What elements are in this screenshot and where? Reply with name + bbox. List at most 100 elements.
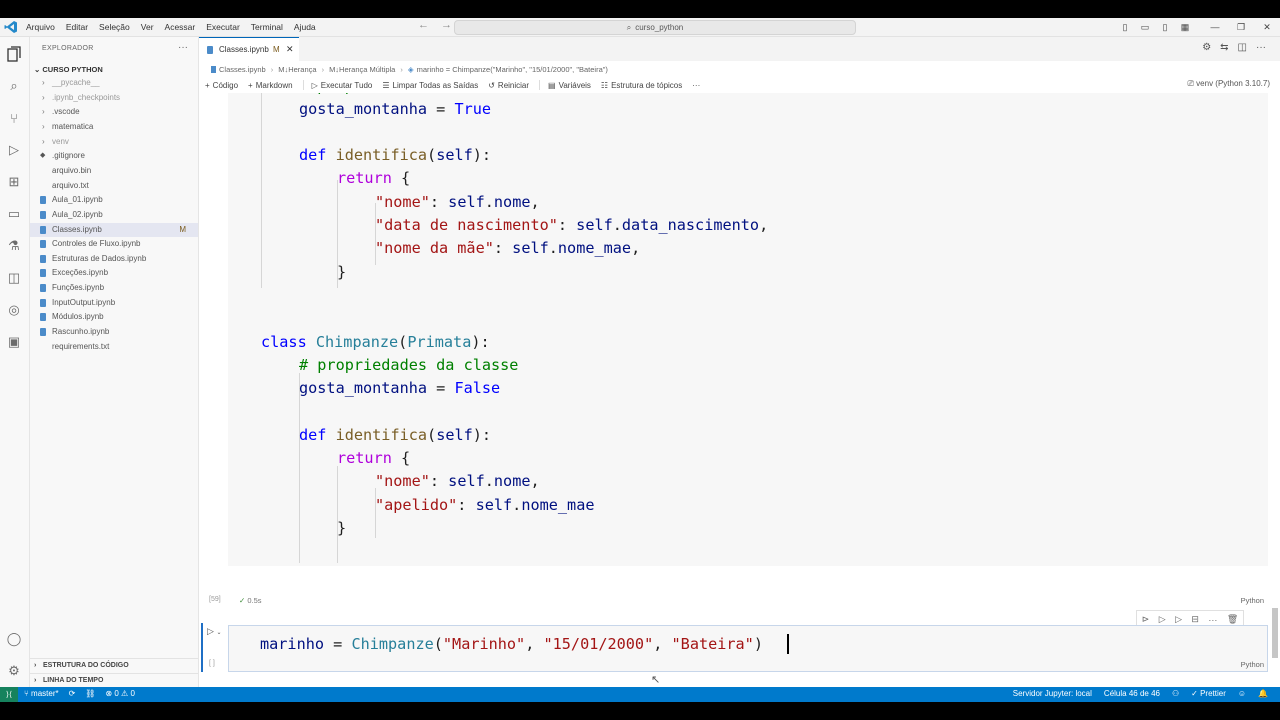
file-tree-item[interactable]: arquivo.txt: [30, 179, 198, 193]
git-graph-icon[interactable]: ◎: [5, 301, 23, 319]
split-editor-icon[interactable]: ◫: [1238, 42, 1247, 53]
minimize-icon[interactable]: —: [1208, 20, 1222, 34]
project-folder[interactable]: ⌄ CURSO PYTHON: [34, 65, 103, 74]
file-tree-item[interactable]: Classes.ipynb M: [30, 222, 198, 237]
notebook-settings-icon[interactable]: ⚙: [1202, 42, 1211, 53]
copilot-icon[interactable]: ⚇: [1172, 689, 1179, 698]
variables-button[interactable]: ▤ Variáveis: [548, 81, 591, 90]
close-tab-icon[interactable]: ✕: [286, 44, 294, 55]
ports-icon[interactable]: ⛓: [85, 689, 95, 698]
file-tree-item[interactable]: Aula_01.ipynb: [30, 193, 198, 207]
toggle-panel-icon[interactable]: ▭: [1138, 20, 1152, 34]
terminal-icon[interactable]: ▣: [5, 333, 23, 351]
code-cell[interactable]: # propriedades da classe gosta_montanha …: [228, 93, 1268, 566]
timeline-section[interactable]: › LINHA DO TEMPO: [30, 673, 198, 688]
outline-button[interactable]: ☷ Estrutura de tópicos: [601, 81, 682, 90]
editor-area: Classes.ipynb M ✕ ⚙ ⇆ ◫ ··· Classes.ipyn…: [199, 37, 1280, 687]
close-window-icon[interactable]: ✕: [1260, 20, 1274, 34]
tab-label: Classes.ipynb: [219, 45, 269, 54]
file-tree-item[interactable]: › venv: [30, 135, 198, 149]
more-actions-icon[interactable]: ···: [1208, 615, 1217, 625]
file-tree-item[interactable]: arquivo.bin: [30, 164, 198, 178]
menu-acessar[interactable]: Acessar: [165, 22, 196, 32]
search-sidebar-icon[interactable]: ⌕: [5, 77, 23, 95]
toggle-secondary-sidebar-icon[interactable]: ▯: [1158, 20, 1172, 34]
toolbar-more-button[interactable]: ···: [692, 81, 700, 90]
feedback-icon[interactable]: ☺: [1238, 689, 1246, 698]
file-tree-item[interactable]: › .vscode: [30, 105, 198, 119]
add-markdown-button[interactable]: + Markdown: [248, 81, 293, 90]
remote-explorer-icon[interactable]: ▭: [5, 205, 23, 223]
clear-outputs-button[interactable]: ☰ Limpar Todas as Saídas: [382, 81, 478, 90]
explorer-icon[interactable]: [5, 45, 23, 63]
run-debug-icon[interactable]: ▷: [5, 141, 23, 159]
prettier-status[interactable]: ✓ Prettier: [1191, 689, 1226, 698]
kernel-picker[interactable]: ⎚ venv (Python 3.10.7): [1188, 79, 1270, 89]
jupyter-icon[interactable]: ◫: [5, 269, 23, 287]
menu-arquivo[interactable]: Arquivo: [26, 22, 55, 32]
file-tree-item[interactable]: Rascunho.ipynb: [30, 325, 198, 339]
file-tree-item[interactable]: InputOutput.ipynb: [30, 296, 198, 310]
file-tree-item[interactable]: requirements.txt: [30, 340, 198, 354]
back-arrow-icon[interactable]: ←: [418, 19, 429, 31]
menu-ajuda[interactable]: Ajuda: [294, 22, 316, 32]
run-above-icon[interactable]: ⊳: [1142, 614, 1150, 625]
source-control-icon[interactable]: ⑂: [5, 109, 23, 127]
open-changes-icon[interactable]: ⇆: [1220, 42, 1228, 53]
settings-gear-icon[interactable]: ⚙: [5, 662, 23, 680]
breadcrumb-item[interactable]: M↓Herança Múltipla: [329, 65, 395, 74]
file-tree-item[interactable]: Aula_02.ipynb: [30, 208, 198, 222]
breadcrumb-item[interactable]: M↓Herança: [278, 65, 316, 74]
menu-selecao[interactable]: Seleção: [99, 22, 130, 32]
more-actions-icon[interactable]: ···: [1256, 42, 1266, 53]
menu-editar[interactable]: Editar: [66, 22, 88, 32]
outline-section[interactable]: › ESTRUTURA DO CÓDIGO: [30, 658, 198, 673]
testing-icon[interactable]: ⚗: [5, 237, 23, 255]
breadcrumb-item[interactable]: Classes.ipynb: [219, 65, 266, 74]
toggle-sidebar-icon[interactable]: ▯: [1118, 20, 1132, 34]
account-icon[interactable]: ◯: [5, 630, 23, 648]
file-tree-item[interactable]: Controles de Fluxo.ipynb: [30, 237, 198, 251]
restart-button[interactable]: ↺ Reiniciar: [488, 81, 529, 90]
cell-language[interactable]: Python: [1241, 660, 1264, 669]
file-tree-item[interactable]: › .ipynb_checkpoints: [30, 91, 198, 105]
tab-classes-ipynb[interactable]: Classes.ipynb M ✕: [199, 37, 299, 62]
run-below-icon[interactable]: ▷: [1159, 614, 1166, 625]
menu-ver[interactable]: Ver: [141, 22, 154, 32]
notebook-toolbar: + Código + Markdown ▷ Executar Tudo ☰ Limpar…: [205, 78, 706, 92]
breadcrumb-item[interactable]: marinho = Chimpanze("Marinho", "15/01/20…: [417, 65, 608, 74]
file-tree-item[interactable]: Exceções.ipynb: [30, 266, 198, 280]
cell-language[interactable]: Python: [1241, 596, 1264, 605]
extensions-icon[interactable]: ⊞: [5, 173, 23, 191]
menu-executar[interactable]: Executar: [206, 22, 240, 32]
restore-icon[interactable]: ❐: [1234, 20, 1248, 34]
run-cell-icon[interactable]: ▷: [1175, 614, 1182, 625]
scrollbar[interactable]: [1272, 608, 1278, 658]
split-cell-icon[interactable]: ⊟: [1191, 614, 1199, 625]
file-tree-item[interactable]: Módulos.ipynb: [30, 310, 198, 324]
cell-position[interactable]: Célula 46 de 46: [1104, 689, 1160, 698]
notifications-bell-icon[interactable]: 🔔: [1258, 689, 1268, 698]
sync-icon[interactable]: ⟳: [69, 689, 76, 698]
customize-layout-icon[interactable]: ▦: [1178, 20, 1192, 34]
delete-cell-icon[interactable]: 🗑: [1227, 614, 1238, 625]
code-line: return {: [337, 449, 411, 467]
file-tree-label: .ipynb_checkpoints: [52, 92, 121, 102]
forward-arrow-icon[interactable]: →: [441, 19, 452, 31]
problems-indicator[interactable]: ⊗ 0 ⚠ 0: [105, 689, 134, 698]
file-tree-item[interactable]: › __pycache__: [30, 76, 198, 90]
remote-indicator-icon[interactable]: ⟩⟨: [0, 687, 18, 702]
file-tree-item[interactable]: ◆ .gitignore: [30, 149, 198, 163]
branch-indicator[interactable]: ⑂ master*: [24, 689, 59, 698]
add-code-button[interactable]: + Código: [205, 81, 238, 90]
run-cell-button[interactable]: ▷ ⌄: [207, 626, 221, 637]
file-tree-item[interactable]: › matematica: [30, 120, 198, 134]
jupyter-server-status[interactable]: Servidor Jupyter: local: [1013, 689, 1092, 698]
command-center-search[interactable]: ⌕ curso_python: [454, 20, 856, 35]
more-actions-icon[interactable]: ···: [178, 42, 188, 53]
run-all-button[interactable]: ▷ Executar Tudo: [312, 81, 373, 90]
code-cell-active[interactable]: marinho = Chimpanze("Marinho", "15/01/20…: [228, 625, 1268, 672]
file-tree-item[interactable]: Estruturas de Dados.ipynb: [30, 252, 198, 266]
menu-terminal[interactable]: Terminal: [251, 22, 283, 32]
file-tree-item[interactable]: Funções.ipynb: [30, 281, 198, 295]
